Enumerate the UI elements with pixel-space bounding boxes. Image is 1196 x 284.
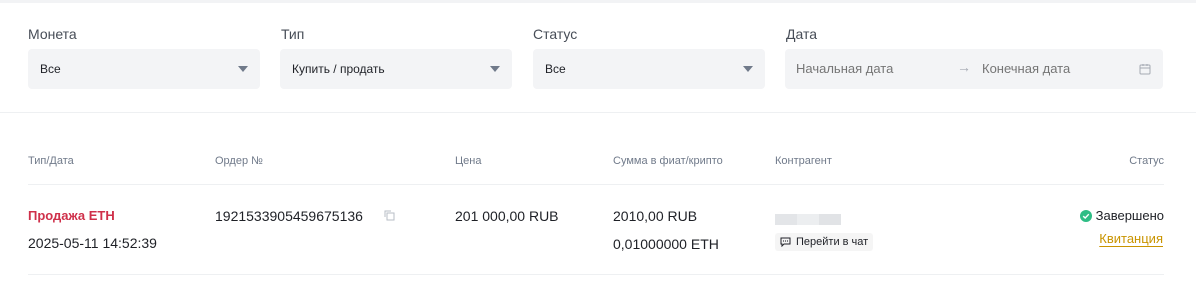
type-select-value: Купить / продать	[292, 62, 385, 76]
section-divider	[0, 112, 1196, 113]
row-divider	[28, 274, 1164, 275]
start-date-input[interactable]	[796, 61, 946, 76]
status-select-value: Все	[545, 62, 566, 76]
status-badge: Завершено	[1079, 208, 1164, 223]
col-header-amount: Сумма в фиат/крипто	[613, 155, 723, 167]
counterparty-name-redacted	[775, 214, 841, 225]
type-select[interactable]: Купить / продать	[280, 49, 512, 89]
coin-select[interactable]: Все	[28, 49, 260, 89]
arrow-right-icon: →	[957, 59, 971, 75]
caret-down-icon	[238, 66, 248, 72]
date-range-picker[interactable]: →	[785, 49, 1163, 89]
top-border	[0, 0, 1196, 3]
date-filter-label: Дата	[786, 26, 818, 42]
go-to-chat-button[interactable]: Перейти в чат	[775, 233, 874, 251]
coin-filter-label: Монета	[28, 26, 77, 42]
status-text: Завершено	[1095, 208, 1164, 223]
order-number: 1921533905459675136	[215, 208, 363, 224]
check-circle-icon	[1079, 209, 1092, 222]
col-header-price: Цена	[455, 155, 482, 167]
calendar-icon[interactable]	[1139, 63, 1151, 75]
go-to-chat-label: Перейти в чат	[796, 236, 869, 248]
status-filter-label: Статус	[533, 26, 578, 42]
type-filter-label: Тип	[281, 26, 305, 42]
order-datetime: 2025-05-11 14:52:39	[28, 235, 157, 251]
order-price: 201 000,00 RUB	[455, 208, 559, 224]
status-select[interactable]: Все	[533, 49, 765, 89]
end-date-input[interactable]	[982, 61, 1132, 76]
coin-select-value: Все	[40, 62, 61, 76]
crypto-amount: 0,01000000 ETH	[613, 236, 719, 252]
col-header-counterparty: Контрагент	[775, 155, 832, 167]
copy-icon[interactable]	[384, 210, 395, 221]
chat-icon	[780, 237, 791, 247]
fiat-amount: 2010,00 RUB	[613, 208, 698, 224]
caret-down-icon	[490, 66, 500, 72]
caret-down-icon	[743, 66, 753, 72]
col-header-status: Статус	[1129, 155, 1164, 167]
col-header-type-date: Тип/Дата	[28, 155, 74, 167]
header-divider	[28, 184, 1164, 185]
receipt-link[interactable]: Квитанция	[1099, 231, 1163, 246]
col-header-order: Ордер №	[215, 155, 263, 167]
order-type: Продажа ETH	[28, 208, 115, 223]
